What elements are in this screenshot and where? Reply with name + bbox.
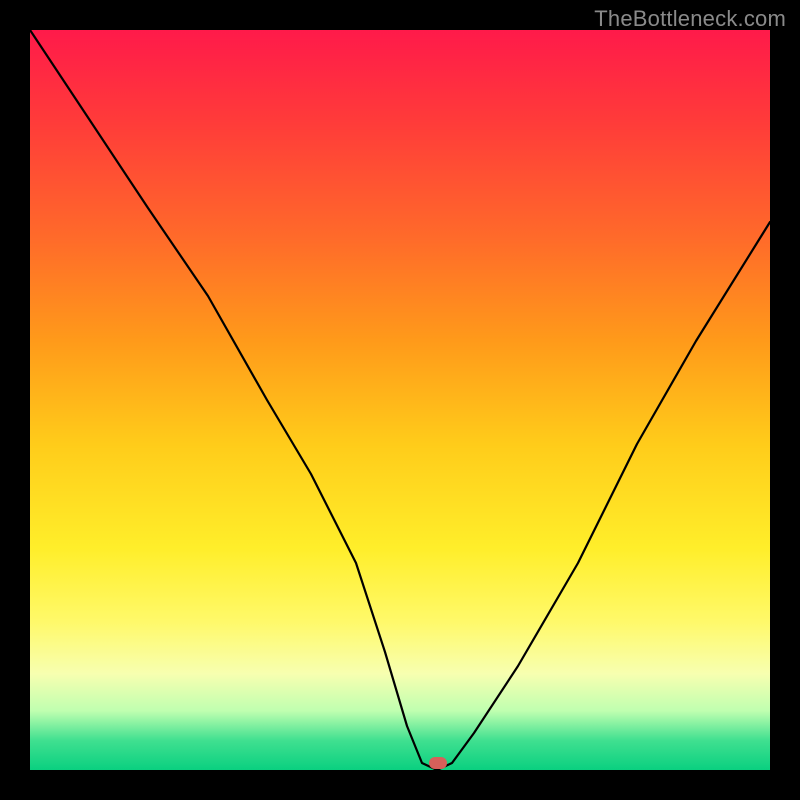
curve-path: [30, 30, 770, 770]
chart-frame: TheBottleneck.com: [0, 0, 800, 800]
plot-area: [30, 30, 770, 770]
watermark-text: TheBottleneck.com: [594, 6, 786, 32]
optimum-marker: [429, 757, 447, 769]
bottleneck-curve: [30, 30, 770, 770]
